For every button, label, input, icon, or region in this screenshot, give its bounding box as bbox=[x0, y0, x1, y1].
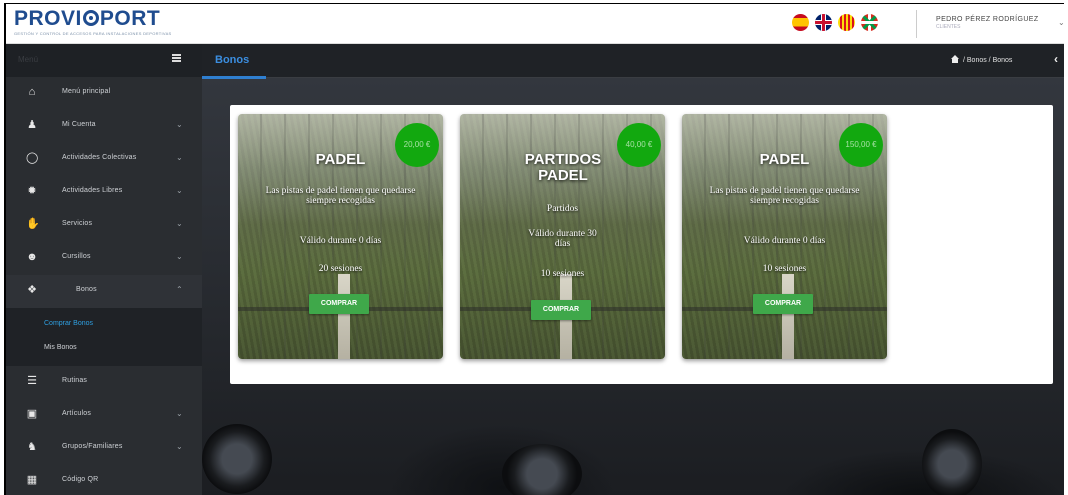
sidebar-item-label: Bonos bbox=[76, 286, 97, 293]
card-description: Las pistas de padel tienen que quedarse … bbox=[265, 186, 416, 206]
page-title: Bonos bbox=[215, 54, 250, 66]
comprar-button[interactable]: COMPRAR bbox=[309, 294, 369, 314]
chevron-down-icon: ⌄ bbox=[176, 120, 183, 129]
card-validity: Válido durante 0 días bbox=[743, 236, 826, 246]
sidebar-item-actividades-colectivas[interactable]: ◯ Actividades Colectivas ⌄ bbox=[6, 143, 202, 176]
sidebar-item-mi-cuenta[interactable]: ♟ Mi Cuenta ⌄ bbox=[6, 110, 202, 143]
sidebar-item-grupos-familiares[interactable]: ♞ Grupos/Familiares ⌄ bbox=[6, 432, 202, 465]
basque-flag-icon[interactable] bbox=[861, 14, 878, 31]
list-icon: ☰ bbox=[27, 375, 37, 387]
page-titlebar: Bonos / Bonos / Bonos ‹ bbox=[202, 44, 1064, 79]
provisport-logo[interactable]: PROVI PORT GESTIÓN Y CONTROL DE ACCESOS P… bbox=[14, 7, 172, 37]
sidebar-item-menu-principal[interactable]: ⌂ Menú principal bbox=[6, 77, 202, 110]
active-tab-indicator bbox=[202, 76, 266, 79]
bono-card: 150,00 € PADEL Las pistas de padel tiene… bbox=[682, 114, 887, 359]
card-sessions: 10 sesiones bbox=[762, 264, 807, 274]
uk-flag-icon[interactable] bbox=[815, 14, 832, 31]
bonos-panel: 20,00 € PADEL Las pistas de padel tienen… bbox=[230, 105, 1053, 384]
sidebar-item-label: Actividades Colectivas bbox=[62, 154, 137, 161]
user-name: PEDRO PÉREZ RODRÍGUEZ bbox=[936, 16, 1039, 23]
bono-card: 40,00 € PARTIDOS PADEL Partidos Válido d… bbox=[460, 114, 665, 359]
sidebar-item-label: Cursillos bbox=[62, 253, 91, 260]
card-sessions: 20 sesiones bbox=[318, 264, 363, 274]
hamburger-icon[interactable] bbox=[172, 54, 181, 62]
chevron-down-icon: ⌄ bbox=[176, 219, 183, 228]
header-divider bbox=[916, 10, 917, 38]
sidebar-item-label: Menú principal bbox=[62, 88, 111, 95]
language-selector bbox=[792, 14, 878, 31]
sidebar-subitem-label: Comprar Bonos bbox=[44, 320, 94, 327]
sidebar-item-servicios[interactable]: ✋ Servicios ⌄ bbox=[6, 209, 202, 242]
chevron-down-icon: ⌄ bbox=[176, 252, 183, 261]
card-description: Las pistas de padel tienen que quedarse … bbox=[709, 186, 860, 206]
card-description: Partidos bbox=[546, 204, 579, 214]
chevron-left-icon[interactable]: ‹ bbox=[1054, 52, 1058, 66]
cart-icon: ▣ bbox=[26, 408, 38, 420]
qr-icon: ▦ bbox=[26, 474, 38, 486]
sidebar-item-actividades-libres[interactable]: ✹ Actividades Libres ⌄ bbox=[6, 176, 202, 209]
sidebar-item-cursillos[interactable]: ☻ Cursillos ⌄ bbox=[6, 242, 202, 275]
logo-text-part-a: PROVI bbox=[14, 7, 82, 30]
catalan-flag-icon[interactable] bbox=[838, 14, 855, 31]
user-role: CLIENTES bbox=[936, 24, 961, 30]
main-content: Bonos / Bonos / Bonos ‹ 20,00 € PADEL La… bbox=[202, 44, 1064, 495]
bonos-submenu: Comprar Bonos Mis Bonos bbox=[6, 308, 202, 366]
ball-icon: ✹ bbox=[27, 185, 37, 197]
sidebar-header: Menú bbox=[6, 44, 202, 77]
chevron-down-icon: ⌄ bbox=[176, 442, 183, 451]
card-title: PADEL bbox=[759, 151, 810, 168]
comprar-button[interactable]: COMPRAR bbox=[531, 300, 591, 320]
sidebar-item-bonos[interactable]: ❖ Bonos ⌃ bbox=[6, 275, 202, 308]
sidebar-item-label: Rutinas bbox=[62, 377, 88, 384]
breadcrumb-path[interactable]: / Bonos / Bonos bbox=[963, 57, 1012, 64]
user-icon: ♟ bbox=[27, 119, 37, 131]
users-icon: ☻ bbox=[26, 251, 38, 263]
card-sessions: 10 sesiones bbox=[540, 269, 585, 279]
chevron-down-icon: ⌄ bbox=[176, 186, 183, 195]
sidebar-item-label: Artículos bbox=[62, 410, 92, 417]
app-frame: PROVI PORT GESTIÓN Y CONTROL DE ACCESOS P… bbox=[4, 3, 1064, 495]
chevron-down-icon: ⌄ bbox=[176, 153, 183, 162]
es-flag-icon[interactable] bbox=[792, 14, 809, 31]
background-wheel bbox=[502, 444, 582, 495]
bono-card: 20,00 € PADEL Las pistas de padel tienen… bbox=[238, 114, 443, 359]
sidebar-item-label: Grupos/Familiares bbox=[62, 443, 123, 450]
chevron-down-icon[interactable]: ⌄ bbox=[1058, 18, 1064, 27]
home-icon[interactable] bbox=[950, 55, 960, 63]
sidebar: Menú ⌂ Menú principal ♟ Mi Cuenta ⌄ ◯ Ac… bbox=[6, 44, 202, 495]
breadcrumb: / Bonos / Bonos bbox=[950, 55, 1012, 64]
comprar-button[interactable]: COMPRAR bbox=[753, 294, 813, 314]
sidebar-subitem-mis-bonos[interactable]: Mis Bonos bbox=[6, 336, 202, 360]
sidebar-item-label: Servicios bbox=[62, 220, 93, 227]
sidebar-subitem-comprar-bonos[interactable]: Comprar Bonos bbox=[6, 312, 202, 336]
sidebar-item-articulos[interactable]: ▣ Artículos ⌄ bbox=[6, 399, 202, 432]
price-badge: 40,00 € bbox=[617, 123, 661, 167]
sidebar-subitem-label: Mis Bonos bbox=[44, 344, 77, 351]
menu-label: Menú bbox=[18, 55, 39, 64]
logo-text-part-b: PORT bbox=[99, 7, 161, 30]
chevron-down-icon: ⌄ bbox=[176, 409, 183, 418]
top-header: PROVI PORT GESTIÓN Y CONTROL DE ACCESOS P… bbox=[6, 4, 1064, 44]
sidebar-item-label: Código QR bbox=[62, 476, 99, 483]
user-menu[interactable]: PEDRO PÉREZ RODRÍGUEZ CLIENTES bbox=[936, 16, 1039, 30]
thumbs-up-icon: ✋ bbox=[26, 218, 40, 230]
sidebar-item-label: Mi Cuenta bbox=[62, 121, 96, 128]
sidebar-item-codigo-qr[interactable]: ▦ Código QR bbox=[6, 465, 202, 495]
card-title: PADEL bbox=[315, 151, 366, 168]
sidebar-item-rutinas[interactable]: ☰ Rutinas bbox=[6, 366, 202, 399]
home-icon: ⌂ bbox=[28, 86, 36, 98]
card-validity: Válido durante 0 días bbox=[299, 236, 382, 246]
card-validity: Válido durante 30 días bbox=[528, 229, 597, 249]
background-wheel bbox=[202, 424, 272, 494]
logo-s-icon bbox=[82, 10, 99, 26]
card-title: PARTIDOS PADEL bbox=[524, 151, 602, 184]
chevron-up-icon: ⌃ bbox=[176, 285, 183, 294]
group-icon: ♞ bbox=[27, 441, 37, 453]
bicycle-icon: ◯ bbox=[26, 152, 39, 164]
sidebar-item-label: Actividades Libres bbox=[62, 187, 123, 194]
tags-icon: ❖ bbox=[27, 284, 37, 296]
background-wheel bbox=[922, 429, 982, 495]
logo-subtitle: GESTIÓN Y CONTROL DE ACCESOS PARA INSTAL… bbox=[14, 31, 172, 36]
